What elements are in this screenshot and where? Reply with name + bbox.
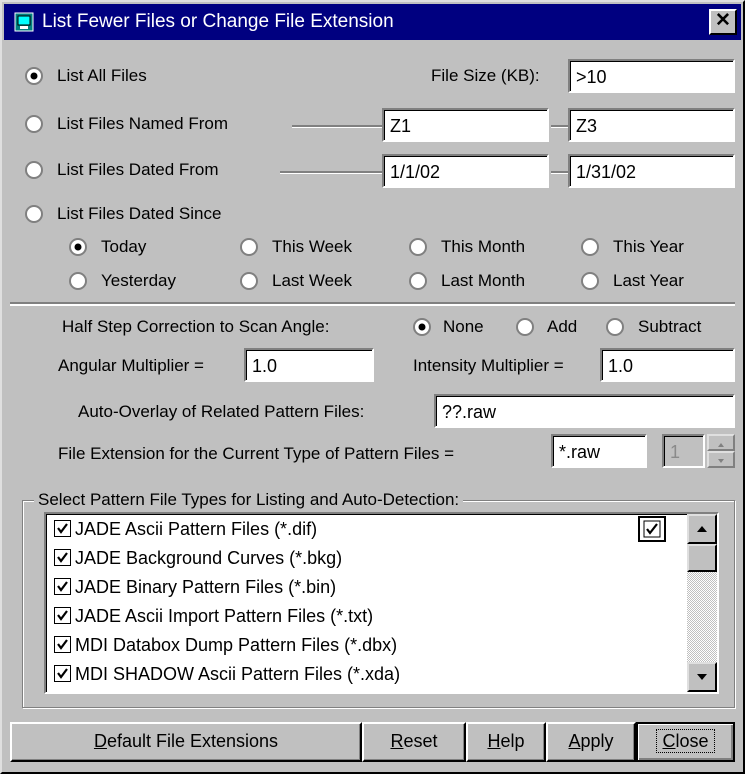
radio-last-year[interactable] bbox=[581, 272, 599, 290]
list-item[interactable]: JADE Binary Pattern Files (*.bin) bbox=[54, 572, 336, 602]
file-types-group-title: Select Pattern File Types for Listing an… bbox=[34, 488, 464, 512]
scroll-up-icon[interactable] bbox=[687, 514, 717, 544]
list-item[interactable]: MDI Databox Dump Pattern Files (*.dbx) bbox=[54, 630, 397, 660]
intensity-multiplier-input[interactable]: 1.0 bbox=[600, 348, 735, 382]
checkbox-checked-icon[interactable] bbox=[54, 577, 71, 595]
list-item[interactable]: JADE Background Curves (*.bkg) bbox=[54, 543, 342, 573]
named-from-label: List Files Named From bbox=[57, 114, 228, 133]
connector-line bbox=[551, 125, 568, 128]
radio-list-all[interactable] bbox=[25, 67, 43, 85]
reset-button[interactable]: Reset bbox=[362, 722, 466, 762]
named-to-input[interactable]: Z3 bbox=[568, 108, 735, 142]
list-item-label: MDI SHADOW Ascii Pattern Files (*.xda) bbox=[75, 664, 401, 684]
close-icon[interactable]: ✕ bbox=[709, 9, 737, 35]
radio-named-from[interactable] bbox=[25, 115, 43, 133]
file-size-input[interactable]: >10 bbox=[568, 59, 735, 93]
dated-from-input[interactable]: 1/1/02 bbox=[382, 154, 549, 188]
radio-today[interactable] bbox=[69, 238, 87, 256]
this-year-label: This Year bbox=[613, 237, 684, 256]
radio-correction-subtract[interactable] bbox=[606, 318, 624, 336]
connector-line bbox=[280, 171, 382, 174]
list-item-label: JADE Background Curves (*.bkg) bbox=[75, 548, 343, 568]
radio-dated-from[interactable] bbox=[25, 161, 43, 179]
close-button[interactable]: Close bbox=[636, 722, 735, 762]
last-week-label: Last Week bbox=[272, 271, 353, 290]
list-item-label: MDI Databox Dump Pattern Files (*.dbx) bbox=[75, 635, 398, 655]
angular-multiplier-label: Angular Multiplier = bbox=[58, 356, 204, 375]
this-week-label: This Week bbox=[272, 237, 352, 256]
list-item[interactable]: MDI SHADOW Ascii Pattern Files (*.xda) bbox=[54, 659, 400, 689]
check-all-toggle-icon[interactable] bbox=[638, 516, 666, 542]
dated-since-label: List Files Dated Since bbox=[57, 204, 222, 223]
checkbox-checked-icon[interactable] bbox=[54, 519, 71, 537]
section-divider bbox=[10, 302, 735, 306]
intensity-multiplier-label: Intensity Multiplier = bbox=[413, 356, 564, 375]
radio-last-month[interactable] bbox=[409, 272, 427, 290]
last-month-label: Last Month bbox=[441, 271, 526, 290]
radio-correction-add[interactable] bbox=[516, 318, 534, 336]
correction-subtract-label: Subtract bbox=[638, 317, 702, 336]
title-bar[interactable]: List Fewer Files or Change File Extensio… bbox=[4, 4, 741, 40]
spinner-down-icon[interactable] bbox=[707, 451, 735, 468]
radio-correction-none[interactable] bbox=[413, 318, 431, 336]
yesterday-label: Yesterday bbox=[101, 271, 176, 290]
overlay-input[interactable]: ??.raw bbox=[434, 394, 735, 428]
checkbox-checked-icon[interactable] bbox=[54, 548, 71, 566]
radio-yesterday[interactable] bbox=[69, 272, 87, 290]
vertical-scrollbar[interactable] bbox=[687, 514, 717, 692]
connector-line bbox=[551, 171, 568, 174]
list-item[interactable]: JADE Ascii Pattern Files (*.dif) bbox=[54, 514, 317, 544]
scroll-down-icon[interactable] bbox=[687, 662, 717, 692]
list-item-label: JADE Ascii Pattern Files (*.dif) bbox=[75, 519, 318, 539]
list-all-label: List All Files bbox=[57, 66, 147, 85]
extension-input[interactable]: *.raw bbox=[551, 434, 647, 468]
overlay-label: Auto-Overlay of Related Pattern Files: bbox=[78, 402, 365, 421]
dated-to-input[interactable]: 1/31/02 bbox=[568, 154, 735, 188]
spinner-up-icon[interactable] bbox=[707, 434, 735, 451]
checkbox-checked-icon[interactable] bbox=[54, 635, 71, 653]
radio-this-year[interactable] bbox=[581, 238, 599, 256]
file-types-list[interactable]: JADE Ascii Pattern Files (*.dif) JADE Ba… bbox=[44, 512, 719, 694]
correction-label: Half Step Correction to Scan Angle: bbox=[62, 317, 330, 336]
list-item-label: JADE Ascii Import Pattern Files (*.txt) bbox=[75, 606, 374, 626]
scroll-thumb[interactable] bbox=[687, 544, 717, 572]
type-spinner[interactable]: 1 bbox=[662, 434, 735, 468]
close-button-focus: Close bbox=[656, 729, 715, 753]
angular-multiplier-input[interactable]: 1.0 bbox=[244, 348, 374, 382]
radio-dated-since[interactable] bbox=[25, 205, 43, 223]
help-button[interactable]: Help bbox=[466, 722, 546, 762]
this-month-label: This Month bbox=[441, 237, 526, 256]
correction-none-label: None bbox=[443, 317, 484, 336]
today-label: Today bbox=[101, 237, 147, 256]
radio-this-week[interactable] bbox=[240, 238, 258, 256]
extension-label: File Extension for the Current Type of P… bbox=[58, 444, 455, 463]
window-title: List Fewer Files or Change File Extensio… bbox=[42, 11, 394, 32]
dated-from-label: List Files Dated From bbox=[57, 160, 219, 179]
named-from-input[interactable]: Z1 bbox=[382, 108, 549, 142]
correction-add-label: Add bbox=[547, 317, 578, 336]
dialog-window: List Fewer Files or Change File Extensio… bbox=[0, 0, 745, 774]
radio-this-month[interactable] bbox=[409, 238, 427, 256]
connector-line bbox=[292, 125, 382, 128]
scroll-track[interactable] bbox=[687, 572, 717, 662]
list-item[interactable]: JADE Ascii Import Pattern Files (*.txt) bbox=[54, 601, 373, 631]
list-item-label: JADE Binary Pattern Files (*.bin) bbox=[75, 577, 337, 597]
checkbox-checked-icon[interactable] bbox=[54, 606, 71, 624]
default-file-extensions-button[interactable]: Default File Extensions bbox=[10, 722, 362, 762]
app-icon bbox=[14, 12, 34, 32]
last-year-label: Last Year bbox=[613, 271, 684, 290]
file-size-label: File Size (KB): bbox=[431, 66, 540, 85]
radio-last-week[interactable] bbox=[240, 272, 258, 290]
spinner-value: 1 bbox=[662, 434, 705, 468]
checkbox-checked-icon[interactable] bbox=[54, 664, 71, 682]
apply-button[interactable]: Apply bbox=[546, 722, 636, 762]
